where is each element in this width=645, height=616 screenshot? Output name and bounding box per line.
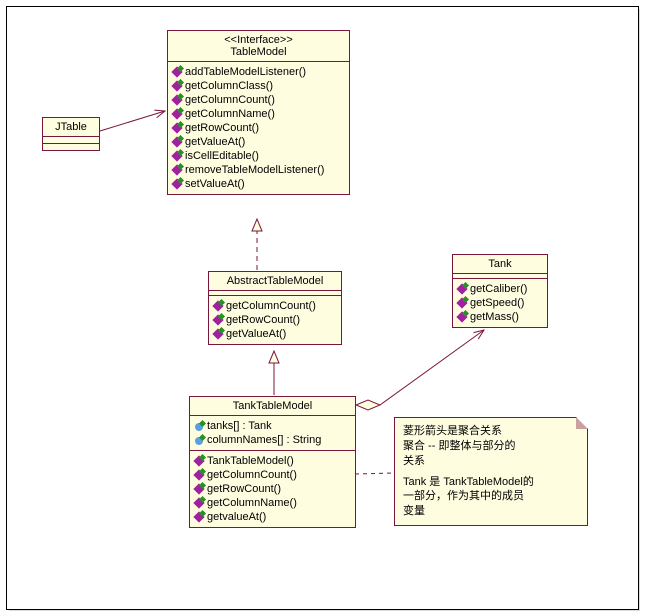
operation-icon — [457, 312, 467, 322]
attribute-icon — [194, 435, 204, 445]
operation: getColumnClass() — [185, 80, 273, 92]
operation: getColumnName() — [207, 497, 297, 509]
note-line: 一部分，作为其中的成员 — [403, 489, 579, 504]
note-line: Tank 是 TankTableModel的 — [403, 475, 579, 490]
class-name: TableModel — [172, 46, 345, 58]
operations-section: getColumnCount() getRowCount() getValueA… — [209, 296, 341, 344]
operation-icon — [213, 315, 223, 325]
operation: getColumnCount() — [226, 300, 316, 312]
operation-icon — [172, 165, 182, 175]
operation-icon — [172, 109, 182, 119]
operation-icon — [457, 284, 467, 294]
operation-icon — [172, 151, 182, 161]
operation: getSpeed() — [470, 297, 524, 309]
operation: TankTableModel() — [207, 455, 294, 467]
class-name: Tank — [457, 258, 543, 270]
operation-icon — [172, 81, 182, 91]
class-tanktablemodel: TankTableModel tanks[] : Tank columnName… — [189, 396, 356, 528]
attribute-icon — [194, 421, 204, 431]
operation-icon — [194, 484, 204, 494]
class-name: TankTableModel — [194, 400, 351, 412]
operation: getvalueAt() — [207, 511, 266, 523]
note-line: 聚合 -- 即整体与部分的 — [403, 439, 579, 454]
operation-icon — [213, 329, 223, 339]
attribute: columnNames[] : String — [207, 434, 321, 446]
operation: getColumnCount() — [185, 94, 275, 106]
uml-note: 菱形箭头是聚合关系 聚合 -- 即整体与部分的 关系 Tank 是 TankTa… — [394, 417, 588, 526]
operation-icon — [194, 470, 204, 480]
operation: isCellEditable() — [185, 150, 259, 162]
attributes-section: tanks[] : Tank columnNames[] : String — [190, 416, 355, 451]
operation: getValueAt() — [185, 136, 245, 148]
class-tank: Tank getCaliber() getSpeed() getMass() — [452, 254, 548, 328]
operation: getRowCount() — [226, 314, 300, 326]
class-jtable: JTable — [42, 117, 100, 151]
operation-icon — [172, 95, 182, 105]
class-name: JTable — [47, 121, 95, 133]
operation: getValueAt() — [226, 328, 286, 340]
operation-icon — [172, 179, 182, 189]
operations-section: getCaliber() getSpeed() getMass() — [453, 279, 547, 327]
note-line: 关系 — [403, 454, 579, 469]
operation-icon — [172, 137, 182, 147]
class-abstracttablemodel: AbstractTableModel getColumnCount() getR… — [208, 271, 342, 345]
operation: getRowCount() — [207, 483, 281, 495]
note-line: 变量 — [403, 504, 579, 519]
operation: addTableModelListener() — [185, 66, 306, 78]
operation: getColumnCount() — [207, 469, 297, 481]
stereotype: <<Interface>> — [172, 34, 345, 46]
operation: getColumnName() — [185, 108, 275, 120]
operation-icon — [194, 512, 204, 522]
operation-icon — [172, 67, 182, 77]
attribute: tanks[] : Tank — [207, 420, 272, 432]
operation-icon — [457, 298, 467, 308]
class-name: AbstractTableModel — [213, 275, 337, 287]
operation: removeTableModelListener() — [185, 164, 324, 176]
operations-section: addTableModelListener() getColumnClass()… — [168, 62, 349, 194]
interface-tablemodel: <<Interface>> TableModel addTableModelLi… — [167, 30, 350, 195]
operation-icon — [194, 456, 204, 466]
operation-icon — [213, 301, 223, 311]
operations-section: TankTableModel() getColumnCount() getRow… — [190, 451, 355, 527]
operation: getCaliber() — [470, 283, 527, 295]
operation: setValueAt() — [185, 178, 245, 190]
operation: getRowCount() — [185, 122, 259, 134]
operation-icon — [194, 498, 204, 508]
operation: getMass() — [470, 311, 519, 323]
operation-icon — [172, 123, 182, 133]
note-line: 菱形箭头是聚合关系 — [403, 424, 579, 439]
